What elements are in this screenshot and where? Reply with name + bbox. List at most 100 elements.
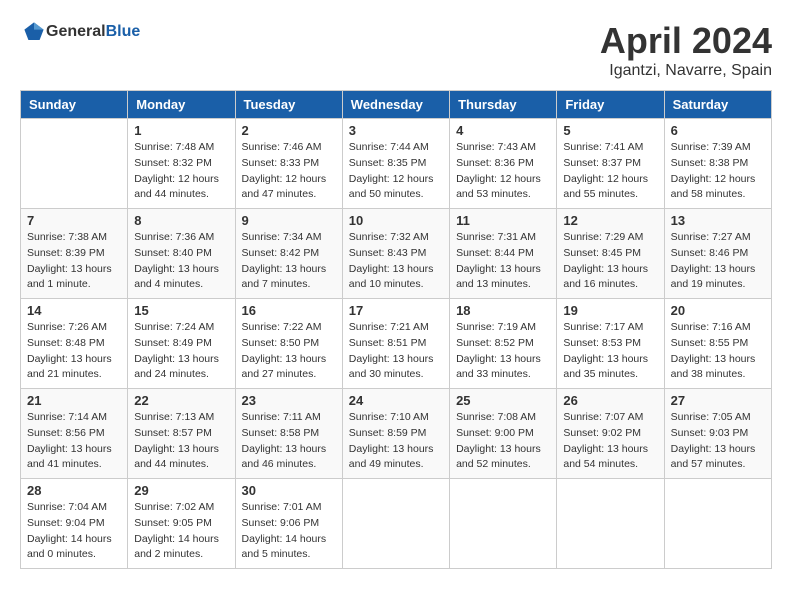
logo-blue: Blue (106, 23, 141, 40)
day-number: 8 (134, 213, 228, 228)
day-number: 9 (242, 213, 336, 228)
logo: GeneralBlue (20, 20, 140, 44)
day-info: Sunrise: 7:08 AMSunset: 9:00 PMDaylight:… (456, 410, 550, 473)
calendar-cell: 6 Sunrise: 7:39 AMSunset: 8:38 PMDaylight… (664, 119, 771, 209)
calendar-cell: 17 Sunrise: 7:21 AMSunset: 8:51 PMDayligh… (342, 299, 449, 389)
day-info: Sunrise: 7:43 AMSunset: 8:36 PMDaylight:… (456, 140, 550, 203)
day-info: Sunrise: 7:32 AMSunset: 8:43 PMDaylight:… (349, 230, 443, 293)
calendar-cell: 26Sunrise: 7:07 AMSunset: 9:02 PMDayligh… (557, 389, 664, 479)
title-area: April 2024 Igantzi, Navarre, Spain (600, 20, 772, 80)
calendar-cell: 27Sunrise: 7:05 AMSunset: 9:03 PMDayligh… (664, 389, 771, 479)
calendar-cell: 12Sunrise: 7:29 AMSunset: 8:45 PMDayligh… (557, 209, 664, 299)
calendar-cell: 4 Sunrise: 7:43 AMSunset: 8:36 PMDaylight… (450, 119, 557, 209)
day-info: Sunrise: 7:41 AMSunset: 8:37 PMDaylight:… (563, 140, 657, 203)
calendar-cell: 8 Sunrise: 7:36 AMSunset: 8:40 PMDaylight… (128, 209, 235, 299)
day-info: Sunrise: 7:04 AMSunset: 9:04 PMDaylight:… (27, 500, 121, 563)
weekday-header-tuesday: Tuesday (235, 91, 342, 119)
calendar-cell: 7 Sunrise: 7:38 AMSunset: 8:39 PMDaylight… (21, 209, 128, 299)
calendar-cell: 11Sunrise: 7:31 AMSunset: 8:44 PMDayligh… (450, 209, 557, 299)
day-number: 13 (671, 213, 765, 228)
day-number: 1 (134, 123, 228, 138)
day-info: Sunrise: 7:39 AMSunset: 8:38 PMDaylight:… (671, 140, 765, 203)
day-number: 25 (456, 393, 550, 408)
day-info: Sunrise: 7:44 AMSunset: 8:35 PMDaylight:… (349, 140, 443, 203)
weekday-header-row: SundayMondayTuesdayWednesdayThursdayFrid… (21, 91, 772, 119)
day-info: Sunrise: 7:02 AMSunset: 9:05 PMDaylight:… (134, 500, 228, 563)
day-info: Sunrise: 7:07 AMSunset: 9:02 PMDaylight:… (563, 410, 657, 473)
day-info: Sunrise: 7:24 AMSunset: 8:49 PMDaylight:… (134, 320, 228, 383)
day-number: 15 (134, 303, 228, 318)
day-info: Sunrise: 7:26 AMSunset: 8:48 PMDaylight:… (27, 320, 121, 383)
day-info: Sunrise: 7:21 AMSunset: 8:51 PMDaylight:… (349, 320, 443, 383)
day-number: 18 (456, 303, 550, 318)
calendar-cell: 28 Sunrise: 7:04 AMSunset: 9:04 PMDayligh… (21, 479, 128, 569)
calendar-cell: 9 Sunrise: 7:34 AMSunset: 8:42 PMDaylight… (235, 209, 342, 299)
day-info: Sunrise: 7:05 AMSunset: 9:03 PMDaylight:… (671, 410, 765, 473)
day-number: 10 (349, 213, 443, 228)
calendar-cell: 15 Sunrise: 7:24 AMSunset: 8:49 PMDayligh… (128, 299, 235, 389)
calendar-cell: 18Sunrise: 7:19 AMSunset: 8:52 PMDayligh… (450, 299, 557, 389)
calendar-cell: 1 Sunrise: 7:48 AMSunset: 8:32 PMDaylight… (128, 119, 235, 209)
day-info: Sunrise: 7:38 AMSunset: 8:39 PMDaylight:… (27, 230, 121, 293)
day-info: Sunrise: 7:22 AMSunset: 8:50 PMDaylight:… (242, 320, 336, 383)
day-info: Sunrise: 7:46 AMSunset: 8:33 PMDaylight:… (242, 140, 336, 203)
calendar-cell: 29 Sunrise: 7:02 AMSunset: 9:05 PMDayligh… (128, 479, 235, 569)
day-info: Sunrise: 7:48 AMSunset: 8:32 PMDaylight:… (134, 140, 228, 203)
weekday-header-wednesday: Wednesday (342, 91, 449, 119)
day-number: 4 (456, 123, 550, 138)
weekday-header-friday: Friday (557, 91, 664, 119)
day-info: Sunrise: 7:27 AMSunset: 8:46 PMDaylight:… (671, 230, 765, 293)
weekday-header-monday: Monday (128, 91, 235, 119)
day-number: 12 (563, 213, 657, 228)
day-info: Sunrise: 7:16 AMSunset: 8:55 PMDaylight:… (671, 320, 765, 383)
day-info: Sunrise: 7:10 AMSunset: 8:59 PMDaylight:… (349, 410, 443, 473)
week-row-5: 28 Sunrise: 7:04 AMSunset: 9:04 PMDayligh… (21, 479, 772, 569)
calendar-cell: 22 Sunrise: 7:13 AMSunset: 8:57 PMDayligh… (128, 389, 235, 479)
day-info: Sunrise: 7:36 AMSunset: 8:40 PMDaylight:… (134, 230, 228, 293)
day-number: 19 (563, 303, 657, 318)
calendar-cell: 3 Sunrise: 7:44 AMSunset: 8:35 PMDaylight… (342, 119, 449, 209)
day-info: Sunrise: 7:01 AMSunset: 9:06 PMDaylight:… (242, 500, 336, 563)
day-number: 5 (563, 123, 657, 138)
month-title: April 2024 (600, 20, 772, 62)
day-number: 20 (671, 303, 765, 318)
week-row-4: 21Sunrise: 7:14 AMSunset: 8:56 PMDayligh… (21, 389, 772, 479)
weekday-header-saturday: Saturday (664, 91, 771, 119)
calendar-cell (21, 119, 128, 209)
calendar-table: SundayMondayTuesdayWednesdayThursdayFrid… (20, 90, 772, 569)
calendar-cell: 19 Sunrise: 7:17 AMSunset: 8:53 PMDayligh… (557, 299, 664, 389)
week-row-1: 1 Sunrise: 7:48 AMSunset: 8:32 PMDaylight… (21, 119, 772, 209)
day-number: 22 (134, 393, 228, 408)
calendar-cell: 24 Sunrise: 7:10 AMSunset: 8:59 PMDayligh… (342, 389, 449, 479)
day-number: 16 (242, 303, 336, 318)
calendar-cell (450, 479, 557, 569)
calendar-cell: 14Sunrise: 7:26 AMSunset: 8:48 PMDayligh… (21, 299, 128, 389)
week-row-2: 7 Sunrise: 7:38 AMSunset: 8:39 PMDaylight… (21, 209, 772, 299)
day-number: 11 (456, 213, 550, 228)
day-number: 3 (349, 123, 443, 138)
calendar-cell: 30 Sunrise: 7:01 AMSunset: 9:06 PMDayligh… (235, 479, 342, 569)
calendar-cell: 21Sunrise: 7:14 AMSunset: 8:56 PMDayligh… (21, 389, 128, 479)
day-number: 6 (671, 123, 765, 138)
day-info: Sunrise: 7:13 AMSunset: 8:57 PMDaylight:… (134, 410, 228, 473)
day-info: Sunrise: 7:11 AMSunset: 8:58 PMDaylight:… (242, 410, 336, 473)
day-number: 29 (134, 483, 228, 498)
day-number: 24 (349, 393, 443, 408)
day-number: 30 (242, 483, 336, 498)
calendar-cell (557, 479, 664, 569)
logo-general: General (46, 23, 106, 40)
calendar-cell (664, 479, 771, 569)
day-number: 17 (349, 303, 443, 318)
calendar-cell: 10 Sunrise: 7:32 AMSunset: 8:43 PMDayligh… (342, 209, 449, 299)
day-number: 28 (27, 483, 121, 498)
header: GeneralBlue April 2024 Igantzi, Navarre,… (20, 20, 772, 80)
day-number: 23 (242, 393, 336, 408)
day-info: Sunrise: 7:34 AMSunset: 8:42 PMDaylight:… (242, 230, 336, 293)
weekday-header-thursday: Thursday (450, 91, 557, 119)
calendar-cell: 5 Sunrise: 7:41 AMSunset: 8:37 PMDaylight… (557, 119, 664, 209)
calendar-body: 1 Sunrise: 7:48 AMSunset: 8:32 PMDaylight… (21, 119, 772, 569)
day-number: 7 (27, 213, 121, 228)
calendar-cell: 23 Sunrise: 7:11 AMSunset: 8:58 PMDayligh… (235, 389, 342, 479)
calendar-cell (342, 479, 449, 569)
day-info: Sunrise: 7:17 AMSunset: 8:53 PMDaylight:… (563, 320, 657, 383)
